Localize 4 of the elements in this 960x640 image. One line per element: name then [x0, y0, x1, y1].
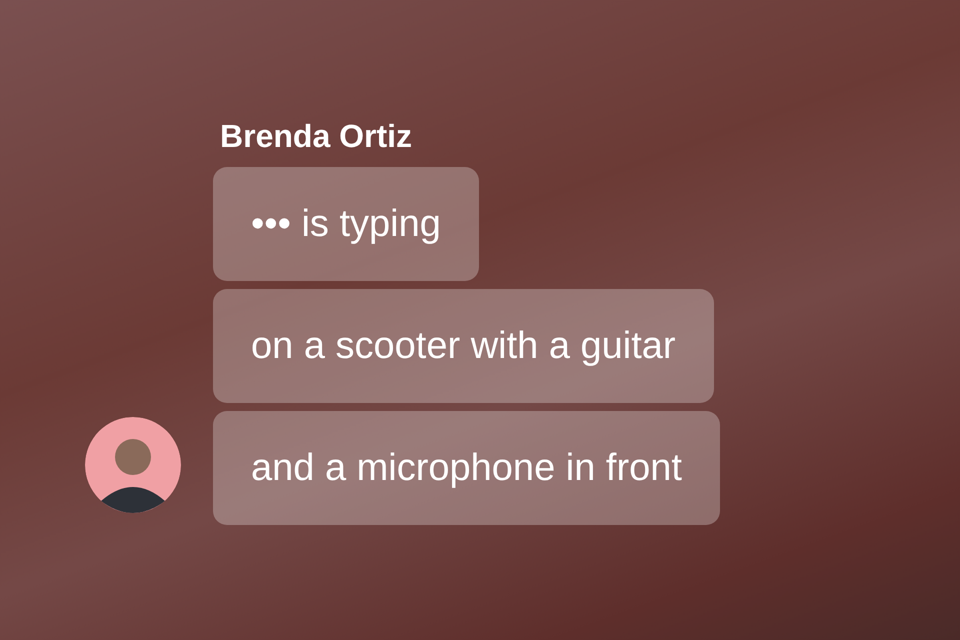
message-bubble: ••• is typing: [213, 167, 479, 281]
sender-name: Brenda Ortiz: [220, 118, 412, 155]
message-bubble: and a microphone in front: [213, 411, 720, 525]
message-bubble: on a scooter with a guitar: [213, 289, 714, 403]
